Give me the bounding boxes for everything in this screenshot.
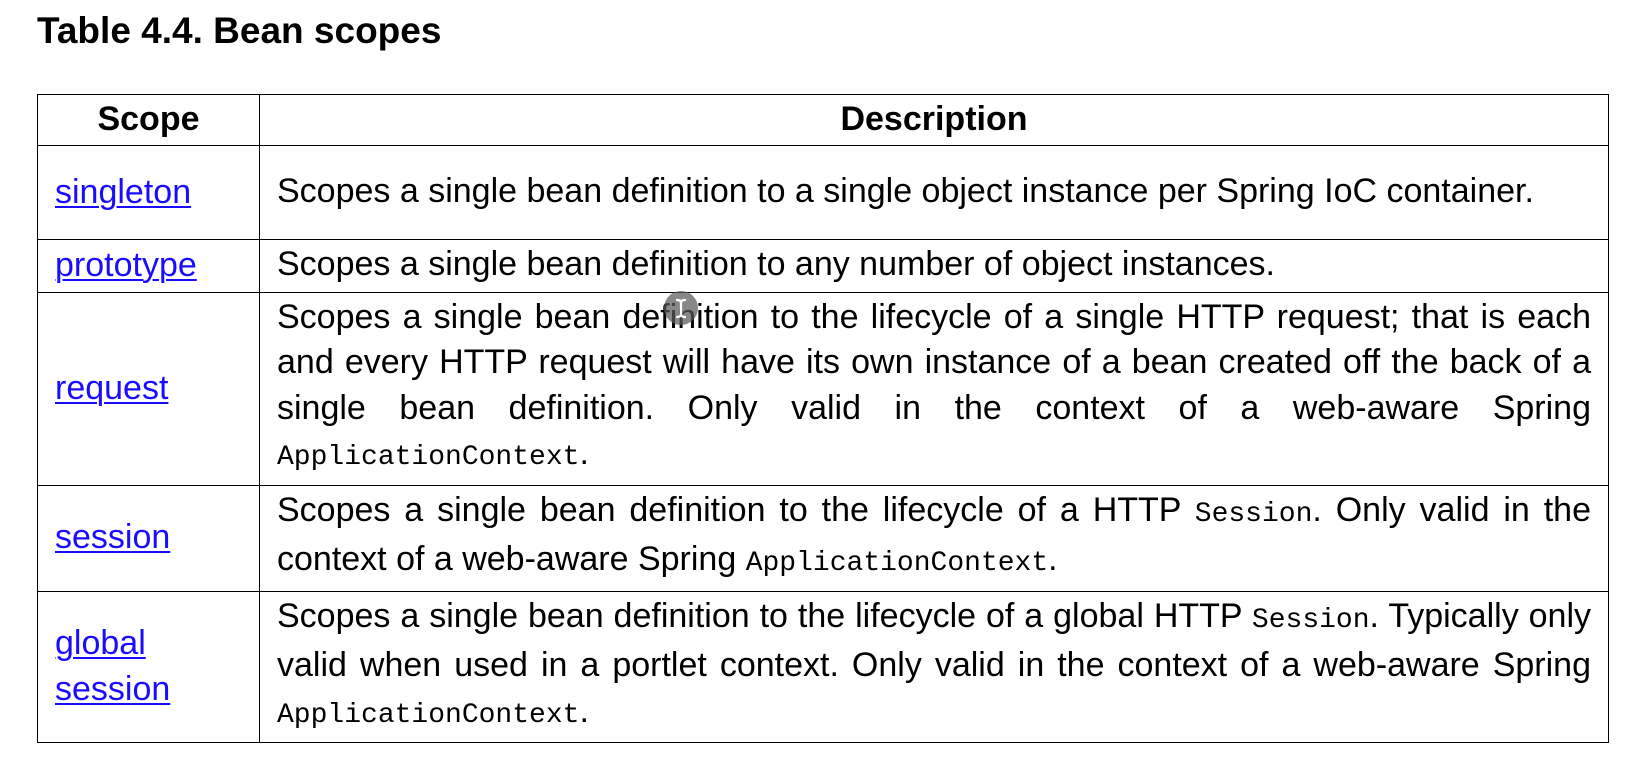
table-row-singleton: singleton Scopes a single bean definitio… (37, 145, 1609, 240)
table-row-prototype: prototype Scopes a single bean definitio… (37, 239, 1609, 293)
table-caption: Table 4.4. Bean scopes (37, 10, 442, 51)
description-text: Scopes a single bean definition to the l… (277, 490, 1195, 529)
description-cell: Scopes a single bean definition to the l… (259, 484, 1609, 592)
code-application-context: ApplicationContext (745, 548, 1049, 579)
scope-cell: global session (37, 590, 260, 743)
description-text: Scopes a single bean definition to any n… (277, 245, 1275, 283)
scope-cell: request (37, 291, 260, 486)
description-text-end: . (579, 691, 589, 730)
table-header-row: Scope Description (37, 94, 1609, 146)
table-row-global-session: global session Scopes a single bean defi… (37, 590, 1609, 743)
scope-column-header: Scope (37, 94, 260, 146)
scope-cell: session (37, 484, 260, 592)
code-session: Session (1251, 604, 1370, 636)
description-text-end: . (579, 434, 589, 472)
description-text-end: . (1048, 540, 1058, 578)
scope-link-session[interactable]: session (55, 518, 170, 556)
code-application-context: ApplicationContext (277, 699, 580, 731)
bean-scopes-table: Scope Description singleton Scopes a sin… (37, 94, 1609, 743)
description-text: Scopes a single bean definition to a sin… (277, 171, 1534, 210)
table-row-request: request Scopes a single bean definition … (37, 291, 1609, 486)
description-text: Scopes a single bean definition to the l… (277, 596, 1252, 635)
scope-cell: prototype (37, 239, 260, 293)
table-row-session: session Scopes a single bean definition … (37, 484, 1609, 592)
description-column-header: Description (259, 94, 1609, 146)
scope-link-singleton[interactable]: singleton (55, 173, 191, 211)
scope-cell: singleton (37, 145, 260, 240)
code-session: Session (1194, 498, 1313, 530)
description-cell: Scopes a single bean definition to the l… (259, 590, 1609, 743)
scope-link-prototype[interactable]: prototype (55, 246, 197, 284)
description-text: Scopes a single bean definition to the l… (277, 297, 1591, 427)
code-application-context: ApplicationContext (277, 442, 580, 473)
scope-link-request[interactable]: request (55, 369, 168, 407)
description-cell: Scopes a single bean definition to a sin… (259, 145, 1609, 240)
description-cell: Scopes a single bean definition to the l… (259, 291, 1609, 486)
description-cell: Scopes a single bean definition to any n… (259, 239, 1609, 293)
scope-link-global-session[interactable]: global session (55, 624, 170, 708)
